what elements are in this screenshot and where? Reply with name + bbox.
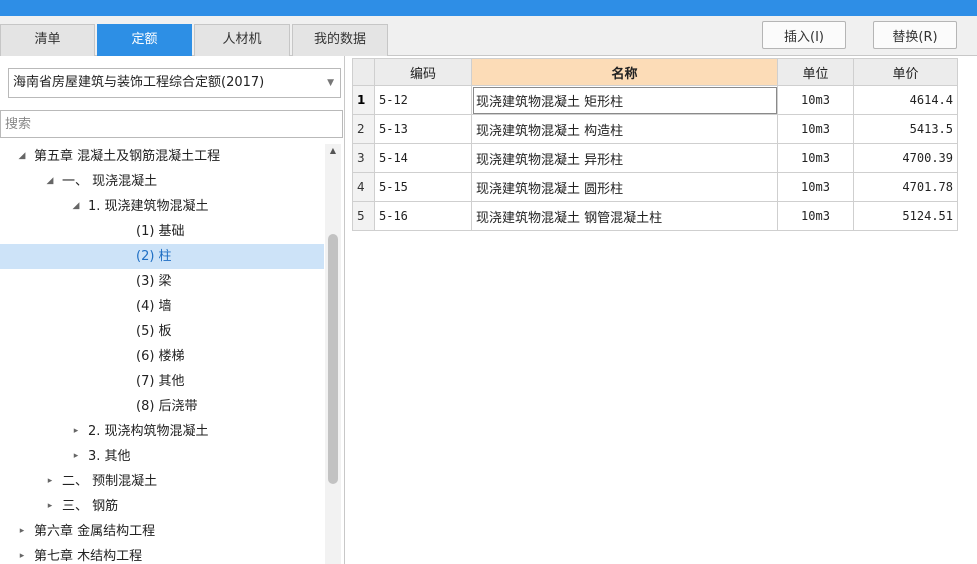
- code-cell[interactable]: 5-15: [374, 172, 472, 202]
- left-panel: 海南省房屋建筑与装饰工程综合定额(2017) ▼ ◢ 第五章 混凝土及钢筋混凝土工…: [0, 56, 345, 564]
- code-cell[interactable]: 5-16: [374, 201, 472, 231]
- tree-node-label: 二、 预制混凝土: [62, 474, 158, 489]
- tree-node[interactable]: (4) 墙: [0, 294, 324, 319]
- unit-price-cell[interactable]: 4700.39: [853, 143, 958, 173]
- replace-button[interactable]: 替换(R): [873, 21, 957, 49]
- header-code[interactable]: 编码: [374, 58, 472, 86]
- name-cell[interactable]: 现浇建筑物混凝土 异形柱: [471, 143, 778, 173]
- collapsed-triangle-icon[interactable]: ▸: [70, 419, 82, 444]
- tab-my-data[interactable]: 我的数据: [292, 24, 388, 56]
- tree-node[interactable]: (6) 楼梯: [0, 344, 324, 369]
- title-bar: [0, 0, 977, 16]
- collapsed-triangle-icon[interactable]: ▸: [44, 469, 56, 494]
- unit-cell[interactable]: 10m3: [777, 85, 854, 115]
- chapter-tree: ◢ 第五章 混凝土及钢筋混凝土工程 ◢ 一、 现浇混凝土 ◢ 1. 现浇建筑物混凝土 (1)…: [0, 144, 324, 564]
- tree-node[interactable]: (5) 板: [0, 319, 324, 344]
- unit-cell[interactable]: 10m3: [777, 114, 854, 144]
- table-row[interactable]: 2 5-13 现浇建筑物混凝土 构造柱 10m3 5413.5: [352, 114, 958, 144]
- tree-node[interactable]: (8) 后浇带: [0, 394, 324, 419]
- tree-node[interactable]: ◢ 第五章 混凝土及钢筋混凝土工程: [0, 144, 324, 169]
- tree-node-label: 一、 现浇混凝土: [62, 174, 158, 189]
- code-cell[interactable]: 5-13: [374, 114, 472, 144]
- table-row[interactable]: 1 5-12 现浇建筑物混凝土 矩形柱 10m3 4614.4: [352, 85, 958, 115]
- tree-node-label: 1. 现浇建筑物混凝土: [88, 199, 209, 214]
- tree-node[interactable]: ▸ 二、 预制混凝土: [0, 469, 324, 494]
- unit-price-cell[interactable]: 4614.4: [853, 85, 958, 115]
- tree-node[interactable]: (2) 柱: [0, 244, 324, 269]
- code-cell[interactable]: 5-14: [374, 143, 472, 173]
- tab-bar: 清单 定额 人材机 我的数据: [0, 24, 390, 56]
- unit-price-cell[interactable]: 5124.51: [853, 201, 958, 231]
- collapsed-triangle-icon[interactable]: ▸: [44, 494, 56, 519]
- tree-node-label: 2. 现浇构筑物混凝土: [88, 424, 209, 439]
- tree-node-label: (1) 基础: [136, 224, 185, 239]
- tree-node-label: (2) 柱: [136, 249, 172, 264]
- unit-cell[interactable]: 10m3: [777, 172, 854, 202]
- tree-node-label: 第五章 混凝土及钢筋混凝土工程: [34, 149, 221, 164]
- tree-node-label: (7) 其他: [136, 374, 185, 389]
- header-unit-price[interactable]: 单价: [853, 58, 958, 86]
- collapsed-triangle-icon[interactable]: ▸: [16, 519, 28, 544]
- tab-bill[interactable]: 清单: [0, 24, 95, 56]
- table-header-row: 编码 名称 单位 单价: [352, 58, 958, 86]
- expanded-triangle-icon[interactable]: ◢: [44, 169, 56, 194]
- tab-labor-material-machine[interactable]: 人材机: [194, 24, 290, 56]
- table-row[interactable]: 4 5-15 现浇建筑物混凝土 圆形柱 10m3 4701.78: [352, 172, 958, 202]
- tree-scrollbar[interactable]: ▲: [325, 144, 341, 564]
- tree-node-label: (6) 楼梯: [136, 349, 185, 364]
- name-cell[interactable]: 现浇建筑物混凝土 矩形柱: [471, 85, 778, 115]
- row-number[interactable]: 1: [352, 85, 375, 115]
- row-number[interactable]: 5: [352, 201, 375, 231]
- unit-price-cell[interactable]: 4701.78: [853, 172, 958, 202]
- tree-node[interactable]: ◢ 1. 现浇建筑物混凝土: [0, 194, 324, 219]
- collapsed-triangle-icon[interactable]: ▸: [70, 444, 82, 469]
- tree-node-label: (8) 后浇带: [136, 399, 198, 414]
- tree-node[interactable]: ▸ 2. 现浇构筑物混凝土: [0, 419, 324, 444]
- scrollbar-thumb[interactable]: [328, 234, 338, 484]
- expanded-triangle-icon[interactable]: ◢: [16, 144, 28, 169]
- tree-node[interactable]: (1) 基础: [0, 219, 324, 244]
- tree-node[interactable]: ◢ 一、 现浇混凝土: [0, 169, 324, 194]
- name-cell[interactable]: 现浇建筑物混凝土 圆形柱: [471, 172, 778, 202]
- collapsed-triangle-icon[interactable]: ▸: [16, 544, 28, 564]
- tree-node-label: 第六章 金属结构工程: [34, 524, 156, 539]
- tree-node[interactable]: ▸ 三、 钢筋: [0, 494, 324, 519]
- header-name[interactable]: 名称: [471, 58, 778, 86]
- quota-library-select[interactable]: 海南省房屋建筑与装饰工程综合定额(2017) ▼: [8, 68, 341, 98]
- table-row[interactable]: 5 5-16 现浇建筑物混凝土 钢管混凝土柱 10m3 5124.51: [352, 201, 958, 231]
- name-cell[interactable]: 现浇建筑物混凝土 构造柱: [471, 114, 778, 144]
- tree-node-label: 三、 钢筋: [62, 499, 119, 514]
- top-toolbar: 清单 定额 人材机 我的数据 插入(I) 替换(R): [0, 16, 977, 56]
- tree-node-label: (4) 墙: [136, 299, 172, 314]
- unit-price-cell[interactable]: 5413.5: [853, 114, 958, 144]
- unit-cell[interactable]: 10m3: [777, 143, 854, 173]
- insert-button[interactable]: 插入(I): [762, 21, 846, 49]
- row-number[interactable]: 2: [352, 114, 375, 144]
- search-input[interactable]: [0, 110, 343, 138]
- row-number[interactable]: 4: [352, 172, 375, 202]
- code-cell[interactable]: 5-12: [374, 85, 472, 115]
- tree-node[interactable]: ▸ 第七章 木结构工程: [0, 544, 324, 564]
- header-unit[interactable]: 单位: [777, 58, 854, 86]
- tree-node-label: 3. 其他: [88, 449, 131, 464]
- expanded-triangle-icon[interactable]: ◢: [70, 194, 82, 219]
- unit-cell[interactable]: 10m3: [777, 201, 854, 231]
- row-number[interactable]: 3: [352, 143, 375, 173]
- header-row-number: [352, 58, 375, 86]
- tree-node-label: (3) 梁: [136, 274, 172, 289]
- tree-node[interactable]: ▸ 第六章 金属结构工程: [0, 519, 324, 544]
- tree-node[interactable]: (7) 其他: [0, 369, 324, 394]
- quota-grid-panel: 编码 名称 单位 单价 1 5-12 现浇建筑物混凝土 矩形柱 10m3 4614.4 2…: [346, 56, 977, 564]
- tree-node[interactable]: ▸ 3. 其他: [0, 444, 324, 469]
- tab-quota[interactable]: 定额: [97, 24, 192, 56]
- table-row[interactable]: 3 5-14 现浇建筑物混凝土 异形柱 10m3 4700.39: [352, 143, 958, 173]
- tree-node-label: (5) 板: [136, 324, 172, 339]
- tree-node-label: 第七章 木结构工程: [34, 549, 143, 564]
- chevron-down-icon[interactable]: ▼: [327, 69, 334, 97]
- quota-table: 编码 名称 单位 单价 1 5-12 现浇建筑物混凝土 矩形柱 10m3 4614.4 2…: [352, 58, 958, 231]
- scroll-up-icon[interactable]: ▲: [325, 144, 341, 158]
- quota-library-value: 海南省房屋建筑与装饰工程综合定额(2017): [13, 75, 265, 90]
- name-cell[interactable]: 现浇建筑物混凝土 钢管混凝土柱: [471, 201, 778, 231]
- tree-node[interactable]: (3) 梁: [0, 269, 324, 294]
